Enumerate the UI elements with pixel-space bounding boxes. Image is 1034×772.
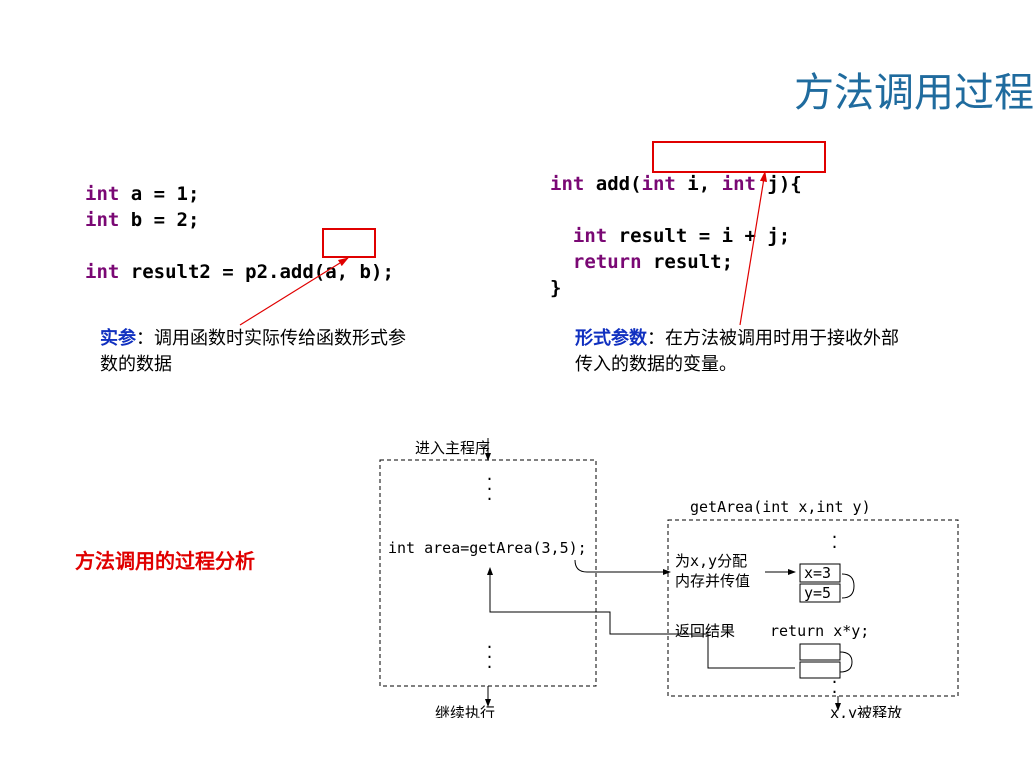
code-text: i, — [676, 173, 722, 195]
svg-text:.: . — [830, 534, 839, 552]
label-return-result: 返回结果 — [675, 622, 735, 640]
svg-text:.: . — [485, 654, 494, 672]
method-call-diagram: 进入主程序 ... ... int area=getArea(3,5); 继续执… — [370, 438, 980, 722]
args-text: a, b — [325, 261, 371, 283]
kw-int: int — [550, 173, 584, 195]
kw-int: int — [573, 225, 607, 247]
code-text: b = 2; — [119, 209, 199, 231]
svg-text:.: . — [830, 679, 839, 697]
code-text: } — [550, 277, 561, 299]
svg-text:.: . — [485, 486, 494, 504]
kw-return: return — [573, 251, 642, 273]
code-text: add( — [584, 173, 641, 195]
annot-text: ：调用函数时实际传给函数形式参数的数据 — [100, 328, 406, 374]
kw-int: int — [85, 183, 119, 205]
var-x: x=3 — [804, 564, 831, 582]
code-text: j — [756, 173, 779, 195]
kw-int: int — [642, 173, 676, 195]
slide-title: 方法调用过程 — [794, 60, 1034, 118]
func-signature: getArea(int x,int y) — [690, 498, 871, 516]
label-continue: 继续执行 — [435, 704, 495, 718]
alloc-line1: 为x,y分配 — [675, 552, 747, 570]
highlight-actual-args — [322, 228, 376, 258]
return-expr: return x*y; — [770, 622, 869, 640]
code-text: ){ — [779, 173, 802, 195]
kw-int: int — [722, 173, 756, 195]
kw-int: int — [85, 261, 119, 283]
annotation-actual-param: 实参：调用函数时实际传给函数形式参数的数据 — [100, 325, 410, 377]
annot-label: 实参 — [100, 328, 136, 348]
annot-label: 形式参数 — [575, 328, 647, 348]
code-block-caller: int a = 1; int b = 2; int result2 = p2.a… — [85, 155, 394, 285]
highlight-formal-params — [652, 141, 826, 173]
call-line: int area=getArea(3,5); — [388, 539, 587, 557]
var-y: y=5 — [804, 584, 831, 602]
kw-int: int — [85, 209, 119, 231]
alloc-line2: 内存并传值 — [675, 572, 750, 590]
code-text: result2 = p2.add( — [119, 261, 325, 283]
code-text: result; — [642, 251, 734, 273]
process-analysis-heading: 方法调用的过程分析 — [75, 545, 255, 574]
annotation-formal-param: 形式参数：在方法被调用时用于接收外部传入的数据的变量。 — [575, 325, 905, 377]
code-text: result = i + j; — [607, 225, 790, 247]
code-text: a = 1; — [119, 183, 199, 205]
label-enter-main: 进入主程序 — [415, 439, 490, 457]
label-release: x,y被释放 — [830, 704, 902, 718]
code-text: ); — [371, 261, 394, 283]
